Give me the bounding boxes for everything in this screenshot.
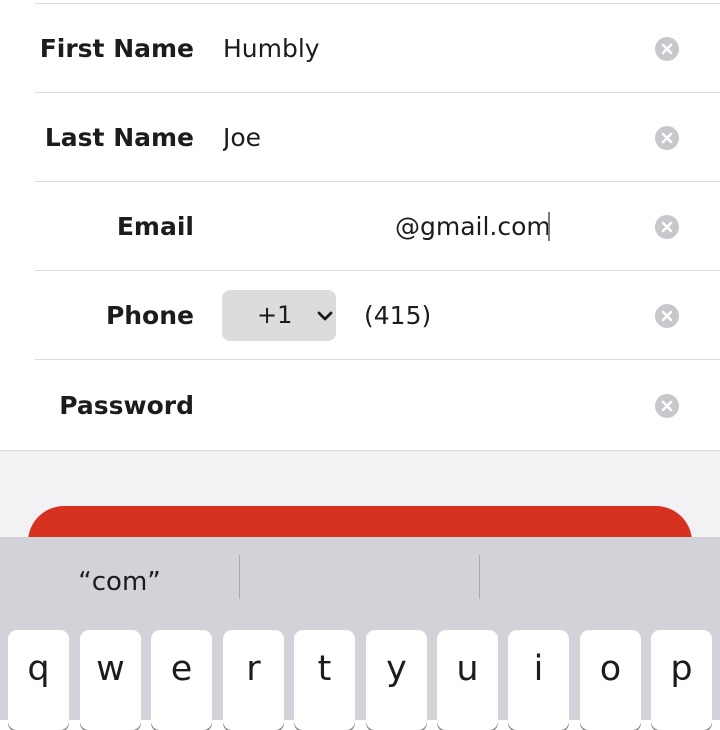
key-y[interactable]: y <box>366 630 427 730</box>
key-i[interactable]: i <box>508 630 569 730</box>
clear-icon[interactable] <box>655 304 679 328</box>
text-cursor <box>548 212 550 241</box>
suggestion-item[interactable] <box>240 537 479 623</box>
key-r[interactable]: r <box>223 630 284 730</box>
clear-icon[interactable] <box>655 394 679 418</box>
clear-icon[interactable] <box>655 37 679 61</box>
last-name-row: Last Name Joe <box>0 93 720 182</box>
password-label: Password <box>59 391 194 420</box>
chevron-down-icon <box>317 311 333 321</box>
key-p[interactable]: p <box>651 630 712 730</box>
last-name-label: Last Name <box>44 123 194 152</box>
password-input[interactable] <box>223 361 623 450</box>
first-name-input[interactable]: Humbly <box>223 4 623 93</box>
email-row: Email @gmail.com <box>0 182 720 271</box>
password-row: Password <box>0 361 720 450</box>
keyboard: “com” q w e r t y u i o p <box>0 537 720 730</box>
key-t[interactable]: t <box>294 630 355 730</box>
email-label: Email <box>116 212 194 241</box>
country-code-value: +1 <box>257 301 293 329</box>
key-w[interactable]: w <box>80 630 141 730</box>
key-u[interactable]: u <box>437 630 498 730</box>
key-e[interactable]: e <box>151 630 212 730</box>
divider <box>35 359 720 360</box>
first-name-row: First Name Humbly <box>0 4 720 93</box>
country-code-select[interactable]: +1 <box>222 290 336 341</box>
signup-form: First Name Humbly Last Name Joe Email @g… <box>0 0 720 451</box>
key-q[interactable]: q <box>8 630 69 730</box>
first-name-label: First Name <box>39 34 194 63</box>
key-o[interactable]: o <box>580 630 641 730</box>
clear-icon[interactable] <box>655 215 679 239</box>
phone-row: Phone +1 (415) 8 <box>0 271 720 360</box>
email-input[interactable]: @gmail.com <box>395 182 555 271</box>
suggestion-item[interactable]: “com” <box>0 537 239 623</box>
suggestion-item[interactable] <box>480 537 720 623</box>
phone-label: Phone <box>105 301 194 330</box>
last-name-input[interactable]: Joe <box>223 93 623 182</box>
suggestion-bar: “com” <box>0 537 720 623</box>
phone-input[interactable]: (415) 8 <box>364 271 440 360</box>
clear-icon[interactable] <box>655 126 679 150</box>
